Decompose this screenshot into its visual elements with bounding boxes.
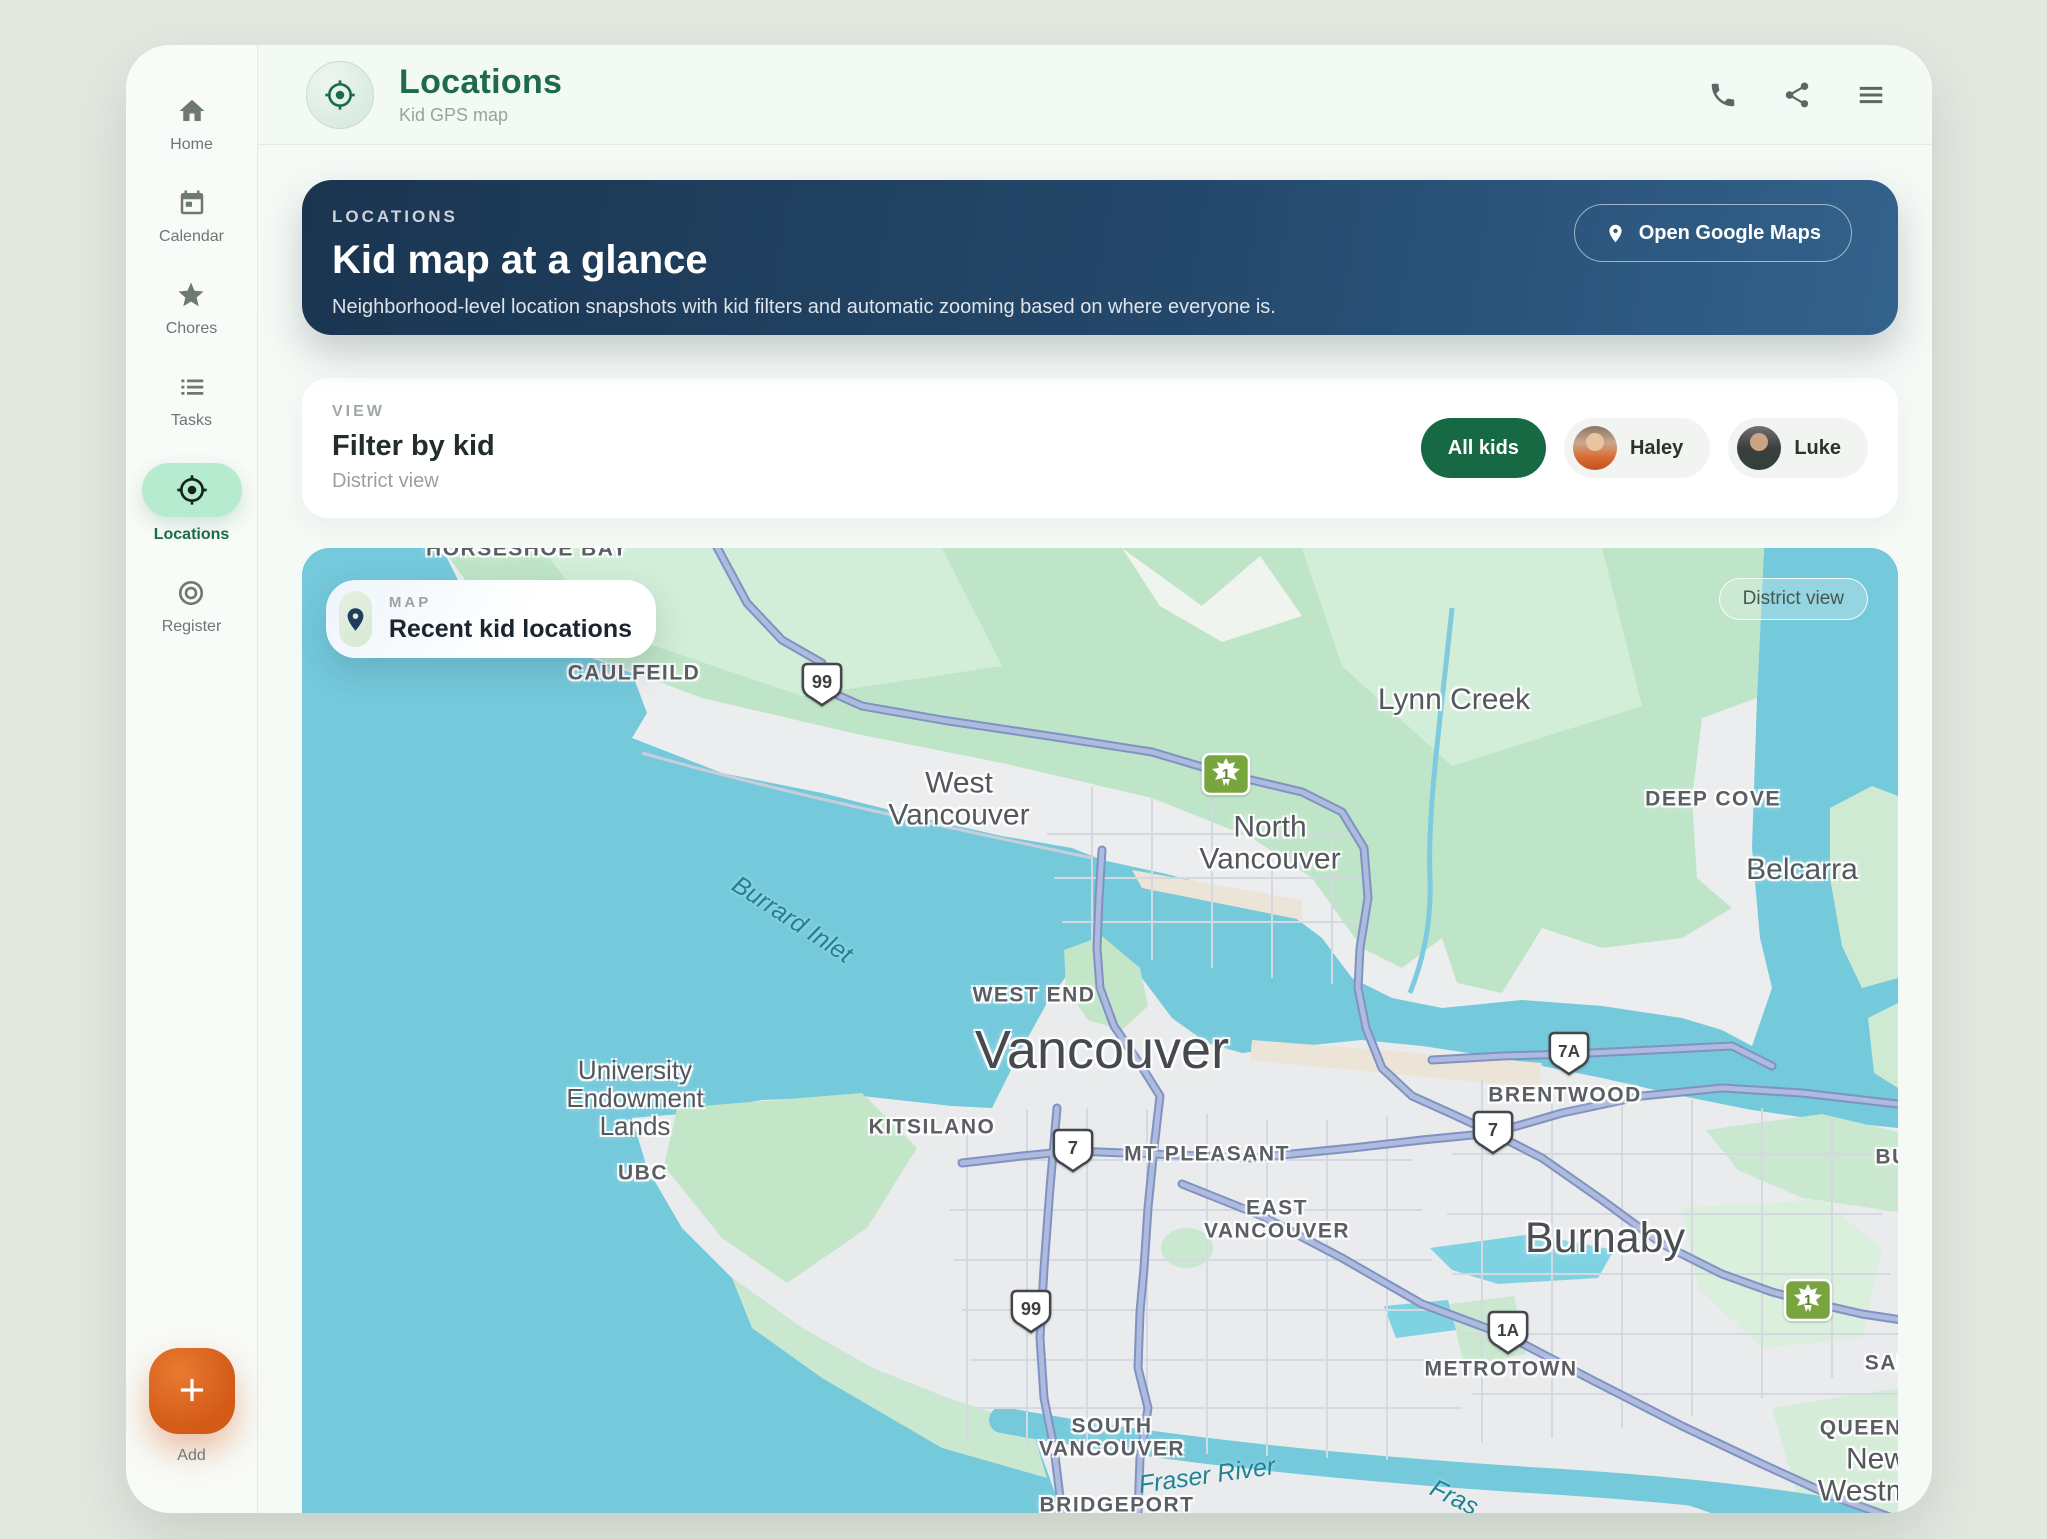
add-button-label: Add	[177, 1447, 205, 1465]
map-label: DEEP COVE	[1645, 789, 1781, 812]
avatar	[1737, 426, 1781, 470]
sidebar-item-label: Tasks	[171, 412, 212, 430]
page-title: Locations	[399, 63, 562, 102]
map-overlay-eyebrow: MAP	[389, 594, 632, 611]
map-label: BRENTWOOD	[1488, 1085, 1642, 1108]
kid-filter-chips: All kids Haley Luke	[1421, 418, 1868, 478]
open-google-maps-label: Open Google Maps	[1639, 222, 1821, 245]
register-icon	[175, 577, 207, 609]
hero-banner: LOCATIONS Kid map at a glance Neighborho…	[302, 180, 1898, 335]
map-label: QUEENS P	[1820, 1418, 1898, 1441]
map-label: HORSESHOE BAY	[426, 548, 628, 561]
sidebar-item-calendar[interactable]: Calendar	[159, 187, 224, 246]
gps-target-icon	[176, 474, 208, 506]
map-label: North Vancouver	[1170, 812, 1370, 877]
map-label: METROTOWN	[1424, 1359, 1577, 1382]
highway-shield-99-south: 99	[1009, 1288, 1053, 1336]
app-window: Home Calendar Chores Tasks	[126, 45, 1932, 1513]
map-pin-icon	[1605, 223, 1626, 244]
share-icon[interactable]	[1782, 80, 1812, 110]
avatar	[1573, 426, 1617, 470]
sidebar-item-label: Chores	[166, 320, 218, 338]
map-label: West Vancouver	[864, 768, 1054, 833]
highway-shield-7: 7	[1051, 1127, 1095, 1175]
sidebar-item-locations[interactable]: Locations	[142, 463, 242, 544]
open-google-maps-button[interactable]: Open Google Maps	[1574, 204, 1852, 262]
svg-text:1: 1	[1804, 1292, 1812, 1309]
highway-shield-7-east: 7	[1471, 1109, 1515, 1157]
chip-all-kids[interactable]: All kids	[1421, 418, 1546, 478]
highway-shield-1-maple: 1	[1201, 752, 1251, 796]
star-icon	[175, 279, 207, 311]
sidebar-item-label: Locations	[154, 526, 230, 544]
map-label: Vancouver	[975, 1021, 1229, 1079]
sidebar-item-label: Calendar	[159, 228, 224, 246]
map-label: UBC	[618, 1163, 668, 1186]
chip-luke[interactable]: Luke	[1728, 418, 1868, 478]
chip-label: Luke	[1794, 437, 1841, 460]
map-label: SOUTH VANCOUVER	[1022, 1415, 1202, 1460]
page-header: Locations Kid GPS map	[258, 45, 1932, 145]
menu-icon[interactable]	[1856, 80, 1886, 110]
svg-text:7: 7	[1488, 1120, 1498, 1140]
map-label: New Westmin	[1796, 1444, 1898, 1509]
kid-locations-map[interactable]: HORSESHOE BAY CAULFEILD West Vancouver L…	[302, 548, 1898, 1513]
district-view-button[interactable]: District view	[1719, 578, 1868, 620]
map-label: Burnaby	[1525, 1215, 1685, 1261]
svg-text:1A: 1A	[1497, 1320, 1519, 1340]
phone-icon[interactable]	[1708, 80, 1738, 110]
chip-label: All kids	[1448, 437, 1519, 460]
highway-shield-1-maple-east: 1	[1783, 1278, 1833, 1322]
map-pin-icon	[342, 606, 369, 633]
gps-target-icon	[324, 79, 356, 111]
map-label: KITSILANO	[869, 1117, 996, 1140]
home-icon	[176, 95, 208, 127]
map-label: EAST VANCOUVER	[1190, 1197, 1365, 1242]
page-icon-badge	[306, 61, 374, 129]
add-button[interactable]	[149, 1348, 235, 1434]
hero-description: Neighborhood-level location snapshots wi…	[332, 296, 1898, 319]
map-pin-tile	[339, 591, 372, 647]
map-overlay-title: Recent kid locations	[389, 615, 632, 644]
sidebar-item-register[interactable]: Register	[162, 577, 222, 636]
highway-shield-99: 99	[800, 661, 844, 709]
map-label: BRIDGEPORT	[1039, 1495, 1194, 1513]
filter-subtitle: District view	[332, 470, 495, 493]
svg-text:99: 99	[812, 672, 832, 692]
map-label: University Endowment Lands	[548, 1056, 723, 1140]
svg-text:7A: 7A	[1558, 1041, 1580, 1061]
sidebar: Home Calendar Chores Tasks	[126, 45, 258, 1513]
map-label: CAULFEILD	[568, 663, 701, 686]
sidebar-item-home[interactable]: Home	[170, 95, 213, 154]
map-label: SAF	[1865, 1353, 1898, 1376]
page-subtitle: Kid GPS map	[399, 105, 562, 126]
map-label: BU	[1875, 1147, 1898, 1170]
highway-shield-7a: 7A	[1547, 1030, 1591, 1078]
map-label: MT PLEASANT	[1124, 1144, 1290, 1167]
sidebar-item-chores[interactable]: Chores	[166, 279, 218, 338]
map-label: WEST END	[973, 985, 1096, 1008]
sidebar-item-label: Home	[170, 136, 213, 154]
calendar-icon	[176, 187, 208, 219]
chip-haley[interactable]: Haley	[1564, 418, 1710, 478]
svg-text:99: 99	[1021, 1299, 1041, 1319]
sidebar-item-label: Register	[162, 618, 222, 636]
map-label: Lynn Creek	[1378, 684, 1530, 716]
list-icon	[176, 371, 208, 403]
map-label: Belcarra	[1746, 854, 1858, 886]
plus-icon	[173, 1371, 211, 1412]
filter-title: Filter by kid	[332, 430, 495, 463]
sidebar-item-tasks[interactable]: Tasks	[171, 371, 212, 430]
filter-card: VIEW Filter by kid District view All kid…	[302, 378, 1898, 518]
highway-shield-1a: 1A	[1486, 1309, 1530, 1357]
filter-eyebrow: VIEW	[332, 403, 495, 421]
svg-text:7: 7	[1068, 1138, 1078, 1158]
main-area: Locations Kid GPS map LOCATIONS Kid map …	[258, 45, 1932, 1513]
svg-text:1: 1	[1222, 766, 1230, 783]
chip-label: Haley	[1630, 437, 1683, 460]
active-pill	[142, 463, 242, 517]
map-overlay-card: MAP Recent kid locations	[326, 580, 656, 658]
